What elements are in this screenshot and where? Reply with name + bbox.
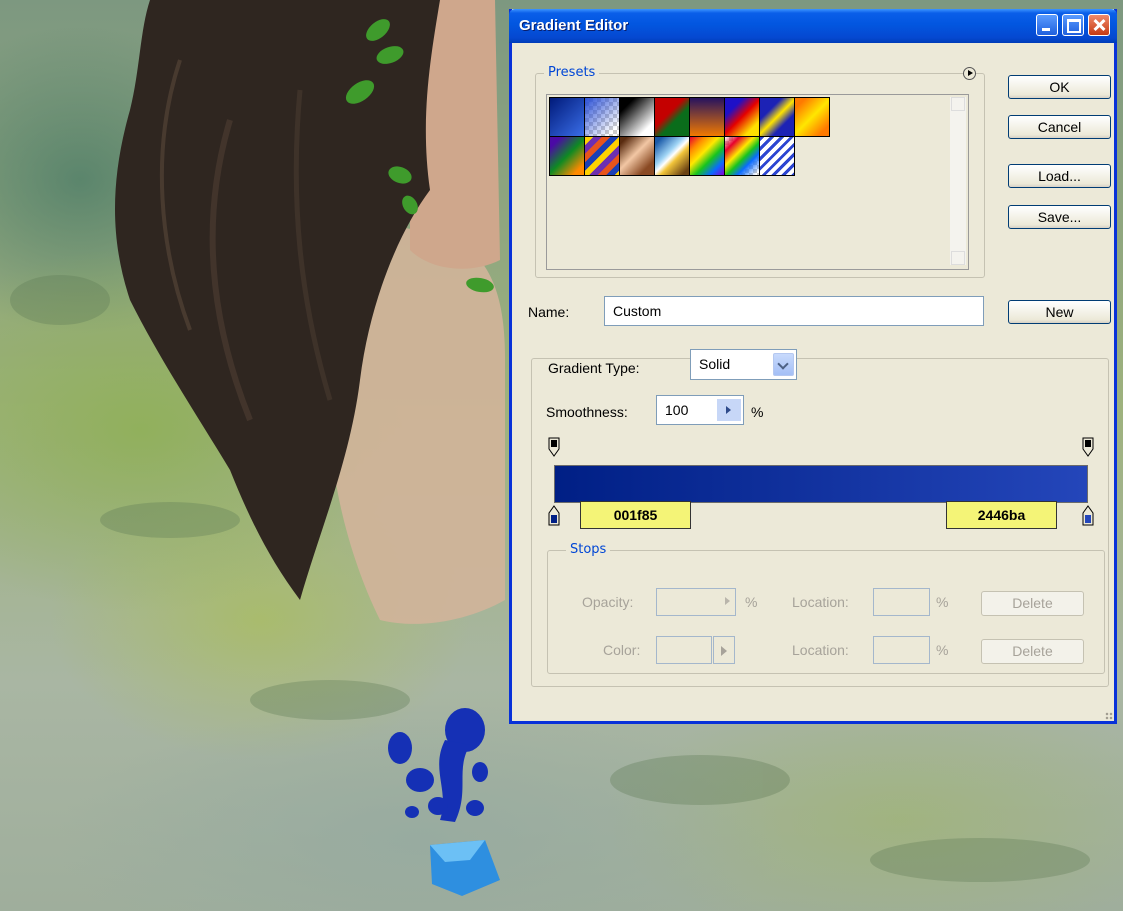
color-stop-left-hex: 001f85 <box>580 501 691 529</box>
presets-legend: Presets <box>544 65 600 80</box>
presets-menu-icon[interactable] <box>963 67 976 80</box>
gradient-type-select[interactable]: Solid <box>690 349 797 380</box>
preset-swatch[interactable] <box>689 97 725 137</box>
location-input <box>873 588 930 616</box>
opacity-label: Opacity: <box>582 594 634 610</box>
preset-swatch[interactable] <box>654 97 690 137</box>
preset-swatch[interactable] <box>724 136 760 176</box>
gradient-editor-dialog: Gradient Editor Presets OK Cancel Load..… <box>509 9 1117 724</box>
smoothness-value: 100 <box>665 402 689 418</box>
preset-swatch[interactable] <box>794 97 830 137</box>
name-input[interactable]: Custom <box>604 296 984 326</box>
preset-swatch[interactable] <box>724 97 760 137</box>
location-label: Location: <box>792 594 849 610</box>
cancel-button[interactable]: Cancel <box>1008 115 1111 139</box>
delete-opacity-stop-button: Delete <box>981 591 1084 616</box>
slider-arrow-icon <box>725 597 730 605</box>
maximize-icon[interactable] <box>1062 14 1084 36</box>
name-label: Name: <box>528 304 570 320</box>
ok-button[interactable]: OK <box>1008 75 1111 99</box>
stops-legend: Stops <box>566 542 611 557</box>
preset-swatch[interactable] <box>759 97 795 137</box>
gradient-preview-bar[interactable] <box>554 465 1088 503</box>
scroll-down-icon[interactable] <box>951 251 965 265</box>
color-picker-arrow <box>713 636 735 664</box>
delete-color-stop-button: Delete <box>981 639 1084 664</box>
color-label: Color: <box>603 642 641 658</box>
preset-swatch[interactable] <box>654 136 690 176</box>
color-stop-right-hex: 2446ba <box>946 501 1057 529</box>
gradient-type-label: Gradient Type: <box>544 360 644 376</box>
save-button[interactable]: Save... <box>1008 205 1111 229</box>
color-stop-left-icon[interactable] <box>548 505 560 526</box>
color-stop-right-icon[interactable] <box>1082 505 1094 526</box>
scroll-up-icon[interactable] <box>951 97 965 111</box>
opacity-input <box>656 588 736 616</box>
preset-swatch[interactable] <box>584 136 620 176</box>
smoothness-label: Smoothness: <box>546 404 628 420</box>
chevron-down-icon[interactable] <box>773 353 794 376</box>
preset-swatch[interactable] <box>549 136 585 176</box>
preset-list <box>546 94 969 270</box>
resize-grip[interactable] <box>1105 712 1113 720</box>
play-arrow-icon <box>721 646 727 656</box>
title-bar[interactable]: Gradient Editor <box>509 9 1117 43</box>
slider-arrow-icon[interactable] <box>717 399 741 421</box>
window-title: Gradient Editor <box>519 17 629 34</box>
location-unit: % <box>936 594 949 610</box>
presets-group: Presets <box>535 65 985 278</box>
preset-swatch[interactable] <box>619 97 655 137</box>
load-button[interactable]: Load... <box>1008 164 1111 188</box>
opacity-unit: % <box>745 594 758 610</box>
preset-swatch[interactable] <box>759 136 795 176</box>
location-unit: % <box>936 642 949 658</box>
color-swatch-field <box>656 636 712 664</box>
smoothness-input[interactable]: 100 <box>656 395 744 425</box>
location-input <box>873 636 930 664</box>
preset-swatch[interactable] <box>689 136 725 176</box>
location-label: Location: <box>792 642 849 658</box>
preset-swatch[interactable] <box>619 136 655 176</box>
preset-scrollbar[interactable] <box>950 97 966 265</box>
new-button[interactable]: New <box>1008 300 1111 324</box>
opacity-stop-left-icon[interactable] <box>548 437 560 457</box>
smoothness-unit: % <box>751 404 764 420</box>
gradient-type-value: Solid <box>699 356 731 372</box>
opacity-stop-right-icon[interactable] <box>1082 437 1094 457</box>
stops-group: Stops Opacity: % Location: % Delete Colo… <box>547 542 1105 674</box>
preset-swatch[interactable] <box>584 97 620 137</box>
minimize-icon[interactable] <box>1036 14 1058 36</box>
preset-swatch[interactable] <box>549 97 585 137</box>
close-icon[interactable] <box>1088 14 1110 36</box>
